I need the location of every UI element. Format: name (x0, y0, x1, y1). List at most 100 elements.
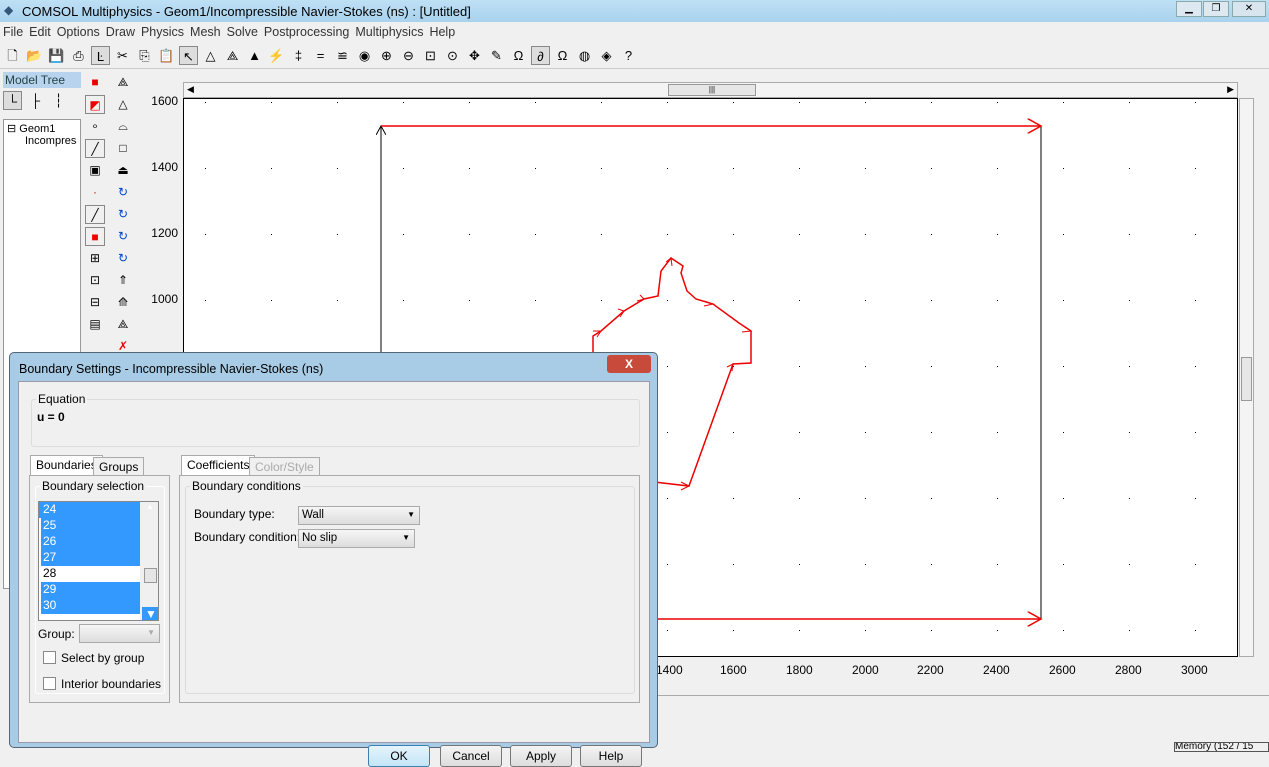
cancel-button[interactable]: Cancel (440, 745, 502, 767)
menu-multiphysics[interactable]: Multiphysics (352, 22, 426, 42)
boundary-list[interactable]: 24 25 26 27 28 29 30 ▲ ▼ (38, 501, 159, 621)
subdomain-icon[interactable]: Ω (509, 46, 528, 65)
menu-physics[interactable]: Physics (138, 22, 187, 42)
mesh-select-icon[interactable]: ▲ (245, 46, 264, 65)
menu-postprocessing[interactable]: Postprocessing (261, 22, 352, 42)
apply-button[interactable]: Apply (510, 745, 572, 767)
draw-mode-icon[interactable]: ✎ (487, 46, 506, 65)
tab-groups[interactable]: Groups (93, 457, 145, 476)
help-icon[interactable]: ? (619, 46, 638, 65)
vertical-scrollbar[interactable] (1239, 98, 1254, 657)
rotate4-icon[interactable]: ↻ (113, 249, 133, 268)
minimize-button[interactable]: ▁ (1176, 1, 1202, 17)
rotate-icon[interactable]: ↻ (113, 183, 133, 202)
hatched-triangle-icon[interactable]: ⟁ (113, 73, 133, 92)
move-icon[interactable]: ⇑ (113, 271, 133, 290)
menu-options[interactable]: Options (54, 22, 103, 42)
interior-boundaries-checkbox[interactable] (43, 677, 56, 690)
boundary-mode-icon[interactable]: ∂ (531, 45, 550, 65)
grid-dot (1063, 102, 1064, 103)
all-icon[interactable]: ▤ (85, 315, 105, 334)
scroll-thumb[interactable]: ||| (668, 84, 756, 96)
cut-icon[interactable]: ✂ (113, 46, 132, 65)
tree-item-geom1[interactable]: ⊟ Geom1 (7, 122, 77, 135)
tab-coefficients[interactable]: Coefficients (181, 455, 256, 476)
boundary-type-select[interactable]: Wall (298, 506, 420, 525)
menu-file[interactable]: File (0, 22, 26, 42)
postprocessing-icon[interactable]: ◈ (597, 46, 616, 65)
scale-icon[interactable]: ⊡ (85, 271, 105, 290)
tree-full-icon[interactable]: ┆ (49, 91, 68, 110)
tree-item-physics[interactable]: Incompressible Navier-Stokes (ns) (7, 135, 77, 147)
point-mode-icon[interactable]: Ω (553, 46, 572, 65)
extrude-icon[interactable]: ⏏ (113, 161, 133, 180)
close-button[interactable]: ✕ (1232, 1, 1266, 17)
fill-icon[interactable]: ■ (85, 227, 105, 246)
horizontal-scrollbar[interactable]: ◀ ||| ▶ (183, 82, 1238, 98)
subdomain-select-icon[interactable]: ■ (85, 73, 105, 92)
help-button[interactable]: Help (580, 745, 642, 767)
menu-edit[interactable]: Edit (26, 22, 54, 42)
group-select[interactable] (79, 624, 160, 643)
print-icon[interactable]: ⎙ (69, 46, 88, 65)
restart-icon[interactable]: ‡ (289, 46, 308, 65)
select-by-group-checkbox[interactable] (43, 651, 56, 664)
point-icon[interactable]: ∘ (85, 117, 105, 136)
triangle-icon[interactable]: △ (113, 95, 133, 114)
restore-button[interactable]: ❐ (1203, 1, 1229, 17)
split-icon[interactable]: ⟰ (113, 293, 133, 312)
boundary-list-item[interactable]: 26 (41, 534, 140, 550)
menu-draw[interactable]: Draw (103, 22, 138, 42)
mirror-icon[interactable]: ⊟ (85, 293, 105, 312)
boundary-list-item[interactable]: 29 (41, 582, 140, 598)
rotate3-icon[interactable]: ↻ (113, 227, 133, 246)
refine-mesh-icon[interactable]: ⟁ (223, 46, 242, 65)
square-icon[interactable]: ▣ (85, 161, 105, 180)
rectangle-icon[interactable]: □ (113, 139, 133, 158)
dot-icon[interactable]: · (85, 183, 105, 202)
grid-dot (1129, 168, 1130, 169)
grid-dot (205, 234, 206, 235)
boundary-list-item[interactable]: 30 (41, 598, 140, 614)
solve-icon[interactable]: ⚡ (267, 46, 286, 65)
boundary-list-item[interactable]: 24 (41, 502, 140, 518)
line-select-icon[interactable]: ╱ (85, 205, 105, 224)
menu-mesh[interactable]: Mesh (187, 22, 224, 42)
triangle-mesh-icon[interactable]: ⟁ (113, 315, 133, 334)
update-icon[interactable]: ≌ (333, 46, 352, 65)
save-icon[interactable]: 💾 (47, 46, 66, 65)
zoom-extents-icon[interactable]: ✥ (465, 46, 484, 65)
boundary-list-item[interactable]: 25 (41, 518, 140, 534)
ok-button[interactable]: OK (368, 745, 430, 767)
zoom-window-icon[interactable]: ⊡ (421, 46, 440, 65)
list-scrollbar[interactable]: ▲ ▼ (140, 502, 158, 620)
tree-detail-icon[interactable]: ├ (26, 91, 45, 110)
mesh-mode-icon[interactable]: ◍ (575, 46, 594, 65)
line-icon[interactable]: ╱ (85, 139, 105, 158)
equal-icon[interactable]: = (311, 46, 330, 65)
paste-icon[interactable]: 📋 (157, 46, 176, 65)
menu-help[interactable]: Help (426, 22, 458, 42)
array-icon[interactable]: ⊞ (85, 249, 105, 268)
zoom-selected-icon[interactable]: ⊙ (443, 46, 462, 65)
mesh-icon[interactable]: △ (201, 46, 220, 65)
plot-icon[interactable]: ◉ (355, 46, 374, 65)
menu-solve[interactable]: Solve (224, 22, 261, 42)
new-icon[interactable]: 🗋 (3, 46, 22, 65)
polygon-icon[interactable]: ⌓ (113, 117, 133, 136)
scroll-thumb[interactable] (1241, 357, 1252, 401)
rotate2-icon[interactable]: ↻ (113, 205, 133, 224)
boundary-list-item[interactable]: 27 (41, 550, 140, 566)
boundary-select-icon[interactable]: ◩ (85, 95, 105, 114)
zoom-in-icon[interactable]: ⊕ (377, 46, 396, 65)
tree-view-icon[interactable]: └ (3, 91, 22, 110)
select-icon[interactable]: ↖ (179, 45, 198, 65)
model-tree-icon[interactable]: Ŀ (91, 45, 110, 65)
boundary-list-item[interactable]: 28 (41, 566, 140, 582)
open-icon[interactable]: 📂 (25, 46, 44, 65)
zoom-out-icon[interactable]: ⊖ (399, 46, 418, 65)
tab-boundaries[interactable]: Boundaries (30, 455, 103, 476)
boundary-condition-select[interactable]: No slip (298, 529, 415, 548)
copy-icon[interactable]: ⎘ (135, 46, 154, 65)
dialog-close-button[interactable]: X (607, 355, 651, 373)
